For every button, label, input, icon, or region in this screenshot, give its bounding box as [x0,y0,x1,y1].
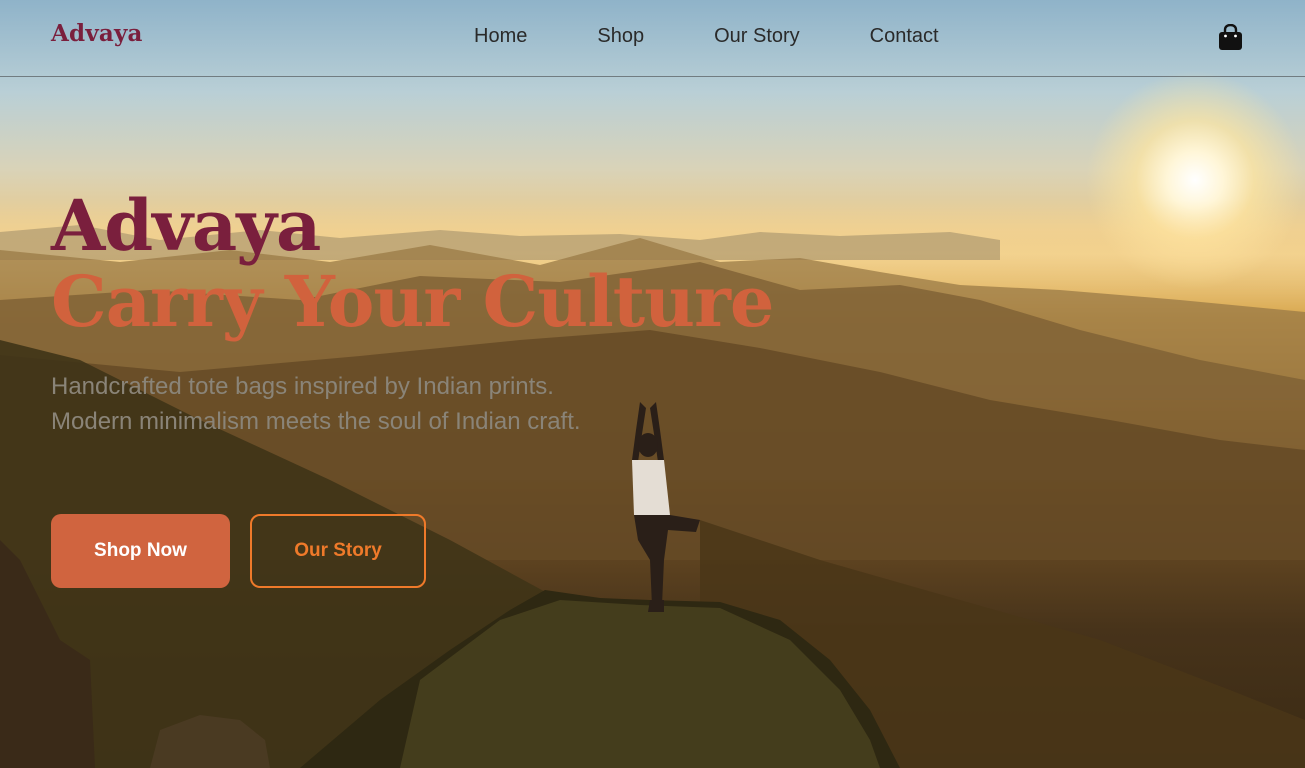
nav-link-home[interactable]: Home [474,25,527,48]
top-navbar: Advaya Home Shop Our Story Contact [0,0,1305,77]
brand-logo[interactable]: Advaya [51,20,143,47]
hero-description: Handcrafted tote bags inspired by Indian… [51,373,581,435]
nav-link-our-story[interactable]: Our Story [714,25,800,48]
hero-section: Advaya Home Shop Our Story Contact Advay… [0,0,1305,768]
nav-link-shop[interactable]: Shop [597,25,644,48]
nav-link-contact[interactable]: Contact [870,25,939,48]
shopping-bag-icon[interactable] [1218,24,1243,51]
hero-title: Advaya [51,184,321,267]
main-nav: Home Shop Our Story Contact [474,25,1009,48]
hero-tagline: Carry Your Culture [51,260,774,343]
our-story-button[interactable]: Our Story [250,514,426,588]
shop-now-button[interactable]: Shop Now [51,514,230,588]
